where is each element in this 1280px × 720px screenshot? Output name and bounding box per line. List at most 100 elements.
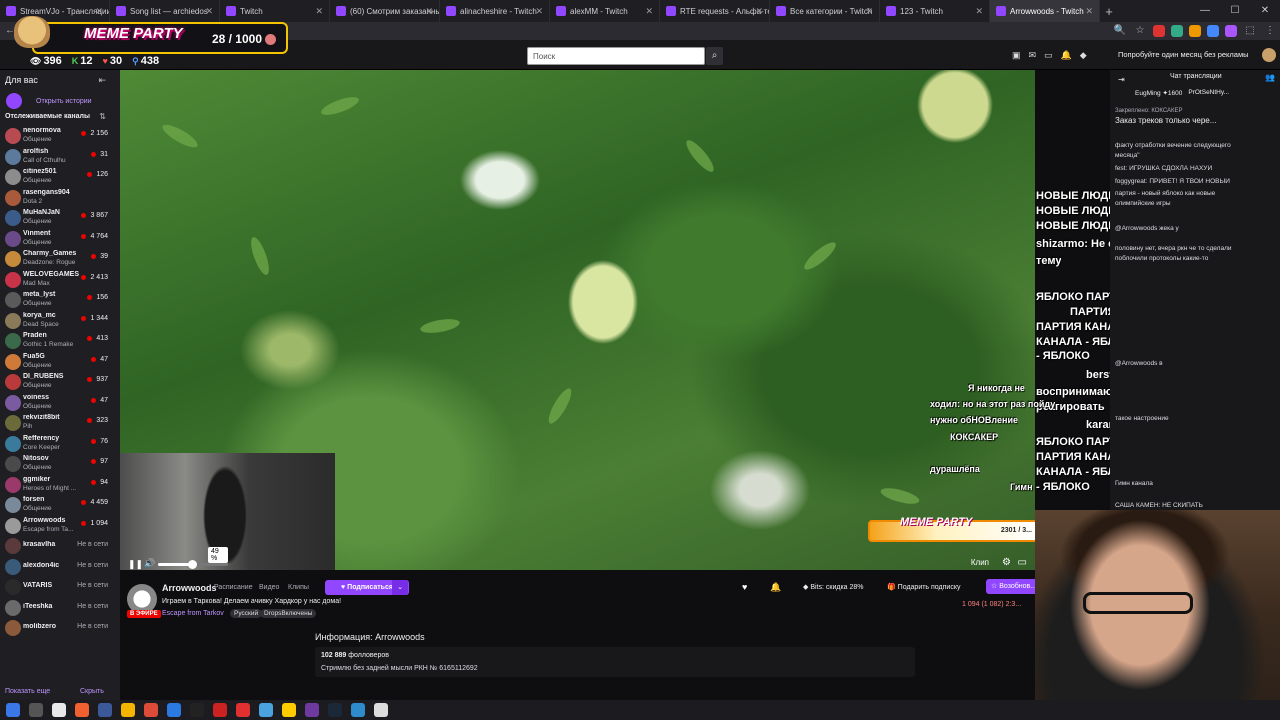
browser-tab[interactable]: (60) Смотрим заказанные в...✕	[330, 0, 440, 22]
leaderboard-entry[interactable]: PrOtSeNtHy...	[1188, 89, 1229, 97]
sidebar-channel[interactable]: molibzero Не в сети	[0, 617, 120, 639]
browser-tab[interactable]: alexMM - Twitch ✕	[550, 0, 660, 22]
zoom-icon[interactable]: 🔍	[1113, 24, 1127, 38]
heart-icon[interactable]: ♥	[742, 582, 747, 592]
search-icon[interactable]: ⌕	[706, 47, 723, 65]
bits-icon[interactable]: ◆	[1080, 50, 1087, 61]
app-icon[interactable]	[236, 703, 250, 717]
inbox-icon[interactable]: ✉	[1029, 50, 1037, 61]
game-link[interactable]: Escape from Tarkov	[162, 610, 224, 617]
extension-icon[interactable]	[1189, 25, 1201, 37]
folder-icon[interactable]	[121, 703, 135, 717]
leaderboard-entry[interactable]: EugMing ✦1600	[1135, 89, 1182, 97]
browser-tab[interactable]: 123 - Twitch ✕	[880, 0, 990, 22]
channel-name[interactable]: Arrowwoods	[162, 583, 217, 593]
sidebar-channel[interactable]: Arrowwoods Escape from Ta... 1 094	[0, 515, 120, 537]
users-icon[interactable]: 👥	[1265, 73, 1275, 82]
sidebar-channel[interactable]: meta_lyst Общение 156	[0, 289, 120, 311]
app-icon[interactable]	[213, 703, 227, 717]
close-tab-icon[interactable]: ✕	[95, 6, 103, 17]
gift-sub-button[interactable]: 🎁 Подарить подписку	[887, 583, 960, 591]
telegram-icon[interactable]	[259, 703, 273, 717]
steam-icon[interactable]	[328, 703, 342, 717]
subscribe-button[interactable]: ☆ Возобнов...	[986, 579, 1038, 594]
collapse-icon[interactable]: ⇤	[98, 75, 106, 86]
browser-tab[interactable]: Все категории - Twitch ✕	[770, 0, 880, 22]
sidebar-channel[interactable]: citinez501 Общение 126	[0, 166, 120, 188]
app-icon[interactable]	[98, 703, 112, 717]
sidebar-channel[interactable]: MuHaNJaN Общение 3 867	[0, 207, 120, 229]
tag-language[interactable]: Русский	[230, 609, 263, 618]
open-stories[interactable]: Открыть истории	[6, 93, 92, 109]
app-icon[interactable]	[52, 703, 66, 717]
hide-link[interactable]: Скрыть	[80, 688, 104, 695]
sidebar-channel[interactable]: iTeeshka Не в сети	[0, 597, 120, 619]
videos-link[interactable]: Видео	[259, 584, 279, 591]
bell-icon[interactable]: 🔔	[770, 582, 781, 593]
tag-drops[interactable]: DropsВключены	[260, 609, 317, 618]
extension-icon[interactable]	[1225, 25, 1237, 37]
app-icon[interactable]	[75, 703, 89, 717]
show-more-link[interactable]: Показать еще	[5, 688, 50, 695]
sidebar-channel[interactable]: ggmiker Heroes of Might ... 94	[0, 474, 120, 496]
sidebar-channel[interactable]: krasavlha Не в сети	[0, 535, 120, 557]
app-icon[interactable]	[190, 703, 204, 717]
avatar[interactable]	[1262, 48, 1276, 62]
pinned-message[interactable]: Закреплено: КОКСАКЕР Заказ треков только…	[1115, 108, 1275, 132]
close-tab-icon[interactable]: ✕	[645, 6, 653, 17]
volume-icon[interactable]: 🔊	[144, 558, 155, 569]
sort-icon[interactable]: ⇅	[99, 112, 106, 121]
notifications-icon[interactable]: 🔔	[1061, 50, 1072, 61]
close-tab-icon[interactable]: ✕	[755, 6, 763, 17]
ad-free-button[interactable]: Попробуйте один месяц без рекламы	[1118, 50, 1249, 59]
bits-button[interactable]: ◆ Bits: скидка 28%	[803, 583, 864, 591]
sidebar-channel[interactable]: Refferency Core Keeper 76	[0, 433, 120, 455]
sidebar-channel[interactable]: Nitosov Общение 97	[0, 453, 120, 475]
puzzle-icon[interactable]: ⬚	[1243, 24, 1257, 38]
extension-icon[interactable]	[1207, 25, 1219, 37]
close-tab-icon[interactable]: ✕	[975, 6, 983, 17]
pause-icon[interactable]: ❚❚	[128, 559, 143, 570]
search-icon[interactable]	[29, 703, 43, 717]
browser-tab[interactable]: RTE requests - Альфа-тест ✕	[660, 0, 770, 22]
search-input[interactable]: Поиск	[527, 47, 705, 65]
app-icon[interactable]	[305, 703, 319, 717]
close-tab-icon[interactable]: ✕	[1085, 6, 1093, 17]
maximize-icon[interactable]: ☐	[1220, 0, 1250, 22]
sidebar-channel[interactable]: korya_mc Dead Space 1 344	[0, 310, 120, 332]
browser-tab[interactable]: Song list — archiedos ✕	[110, 0, 220, 22]
gear-icon[interactable]: ⚙	[1002, 557, 1011, 568]
sidebar-channel[interactable]: WELOVEGAMES Mad Max 2 413	[0, 269, 120, 291]
chevron-down-icon[interactable]: ⌄	[392, 580, 408, 595]
sidebar-channel[interactable]: Charmy_Games Deadzone: Rogue 39	[0, 248, 120, 270]
minimize-icon[interactable]: —	[1190, 0, 1220, 22]
close-tab-icon[interactable]: ✕	[425, 6, 433, 17]
star-icon[interactable]: ☆	[1133, 24, 1147, 38]
sidebar-channel[interactable]: DI_RUBENS Общение 937	[0, 371, 120, 393]
sidebar-channel[interactable]: alexdon4ic Не в сети	[0, 556, 120, 578]
close-tab-icon[interactable]: ✕	[535, 6, 543, 17]
app-icon[interactable]	[282, 703, 296, 717]
browser-tab[interactable]: alinacheshire - Twitch ✕	[440, 0, 550, 22]
app-icon[interactable]	[167, 703, 181, 717]
browser-tab[interactable]: Arrowwoods - Twitch ✕	[990, 0, 1100, 22]
whisper-icon[interactable]: ▭	[1044, 50, 1053, 61]
sidebar-channel[interactable]: Vinment Общение 4 764	[0, 228, 120, 250]
new-tab-button[interactable]: +	[1100, 4, 1118, 19]
theater-mode-icon[interactable]: ▭	[1018, 557, 1027, 568]
chrome-icon[interactable]	[144, 703, 158, 717]
extension-icon[interactable]	[1153, 25, 1165, 37]
sidebar-channel[interactable]: Praden Gothic 1 Remake 413	[0, 330, 120, 352]
clip-button[interactable]: Клип	[971, 558, 989, 567]
sidebar-channel[interactable]: forsen Общение 4 459	[0, 494, 120, 516]
browser-tab[interactable]: StreamVJo - Трансляции в...✕	[0, 0, 110, 22]
settings-icon[interactable]	[374, 703, 388, 717]
clips-link[interactable]: Клипы	[288, 584, 309, 591]
close-tab-icon[interactable]: ✕	[865, 6, 873, 17]
sidebar-channel[interactable]: rasengans904 Dota 2	[0, 187, 120, 209]
sidebar-channel[interactable]: VATARIS Не в сети	[0, 576, 120, 598]
sidebar-channel[interactable]: voiness Общение 47	[0, 392, 120, 414]
sidebar-channel[interactable]: rekvizit8bit Pih 323	[0, 412, 120, 434]
app-icon[interactable]	[351, 703, 365, 717]
menu-icon[interactable]: ⋮	[1263, 24, 1277, 38]
